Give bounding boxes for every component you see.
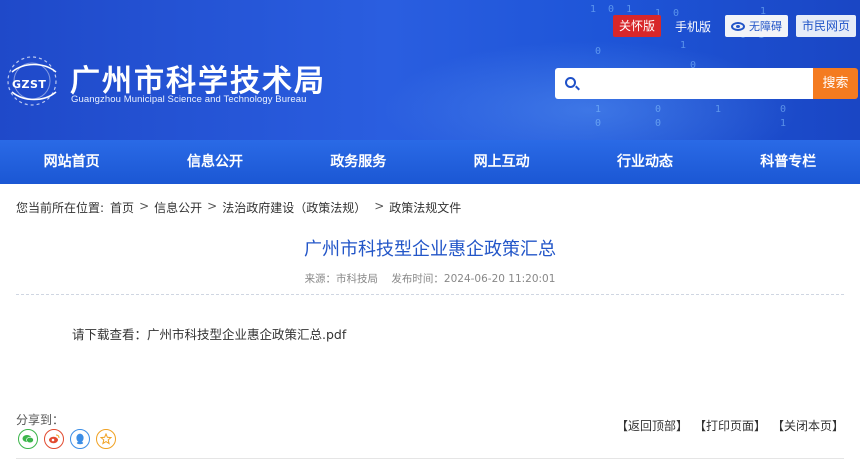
breadcrumb-prefix: 您当前所在位置:	[16, 201, 105, 215]
accessibility-button[interactable]: 无障碍	[724, 15, 788, 37]
site-logo[interactable]: GZST	[4, 52, 62, 110]
site-header: 1 0 1 0 1 0 1 0 0 1 1 1 0 0 0 1 0 1 1 0 …	[0, 0, 860, 140]
back-to-top-link[interactable]: 【返回顶部】	[616, 417, 688, 434]
top-links: 关怀版 手机版 无障碍 市民网页	[612, 15, 856, 37]
close-page-link[interactable]: 【关闭本页】	[772, 417, 844, 434]
eye-icon	[730, 21, 745, 31]
breadcrumb-item-legal[interactable]: 法治政府建设（政策法规）	[222, 199, 366, 216]
article-publish-time: 发布时间：2024-06-20 11:20:01	[391, 273, 556, 285]
search-icon	[565, 77, 576, 88]
nav-item-info-disclosure[interactable]: 信息公开	[143, 140, 286, 184]
page-actions: 【返回顶部】 【打印页面】 【关闭本页】	[616, 417, 844, 434]
weibo-icon[interactable]	[44, 429, 64, 449]
search-box	[555, 68, 813, 99]
chevron-right-icon: >	[374, 199, 385, 213]
breadcrumb: 您当前所在位置: 首页 > 信息公开 > 法治政府建设（政策法规） > 政策法规…	[16, 199, 461, 216]
nav-item-interaction[interactable]: 网上互动	[430, 140, 573, 184]
search-input[interactable]	[585, 72, 805, 94]
print-page-link[interactable]: 【打印页面】	[694, 417, 766, 434]
breadcrumb-item-home[interactable]: 首页	[110, 199, 134, 216]
divider	[16, 458, 844, 459]
citizen-page-button[interactable]: 市民网页	[795, 15, 856, 37]
logo-text: GZST	[12, 78, 47, 91]
care-mode-button[interactable]: 关怀版	[612, 15, 661, 37]
search-button[interactable]: 搜索	[813, 68, 858, 99]
nav-item-industry-news[interactable]: 行业动态	[573, 140, 716, 184]
site-subtitle: Guangzhou Municipal Science and Technolo…	[71, 94, 307, 105]
qzone-icon[interactable]	[96, 429, 116, 449]
article-title: 广州市科技型企业惠企政策汇总	[304, 239, 556, 260]
nav-item-gov-services[interactable]: 政务服务	[287, 140, 430, 184]
download-file-link[interactable]: 广州市科技型企业惠企政策汇总.pdf	[147, 327, 346, 342]
wechat-icon[interactable]	[18, 429, 38, 449]
qq-icon[interactable]	[70, 429, 90, 449]
breadcrumb-item-policy-docs[interactable]: 政策法规文件	[389, 199, 461, 216]
article-meta: 来源：市科技局 发布时间：2024-06-20 11:20:01	[0, 271, 860, 286]
divider	[16, 294, 844, 295]
main-nav: 网站首页 信息公开 政务服务 网上互动 行业动态 科普专栏	[0, 140, 860, 184]
article-source: 来源：市科技局	[304, 273, 379, 285]
download-line: 请下载查看：广州市科技型企业惠企政策汇总.pdf	[72, 324, 346, 343]
breadcrumb-item-info[interactable]: 信息公开	[154, 199, 202, 216]
chevron-right-icon: >	[207, 199, 218, 213]
nav-item-home[interactable]: 网站首页	[0, 140, 143, 184]
share-label: 分享到：	[16, 413, 65, 427]
chevron-right-icon: >	[139, 199, 150, 213]
nav-item-science-column[interactable]: 科普专栏	[717, 140, 860, 184]
share-icons	[18, 429, 116, 449]
download-prefix: 请下载查看：	[72, 327, 148, 342]
mobile-version-link[interactable]: 手机版	[675, 18, 711, 35]
accessibility-label: 无障碍	[748, 20, 782, 33]
